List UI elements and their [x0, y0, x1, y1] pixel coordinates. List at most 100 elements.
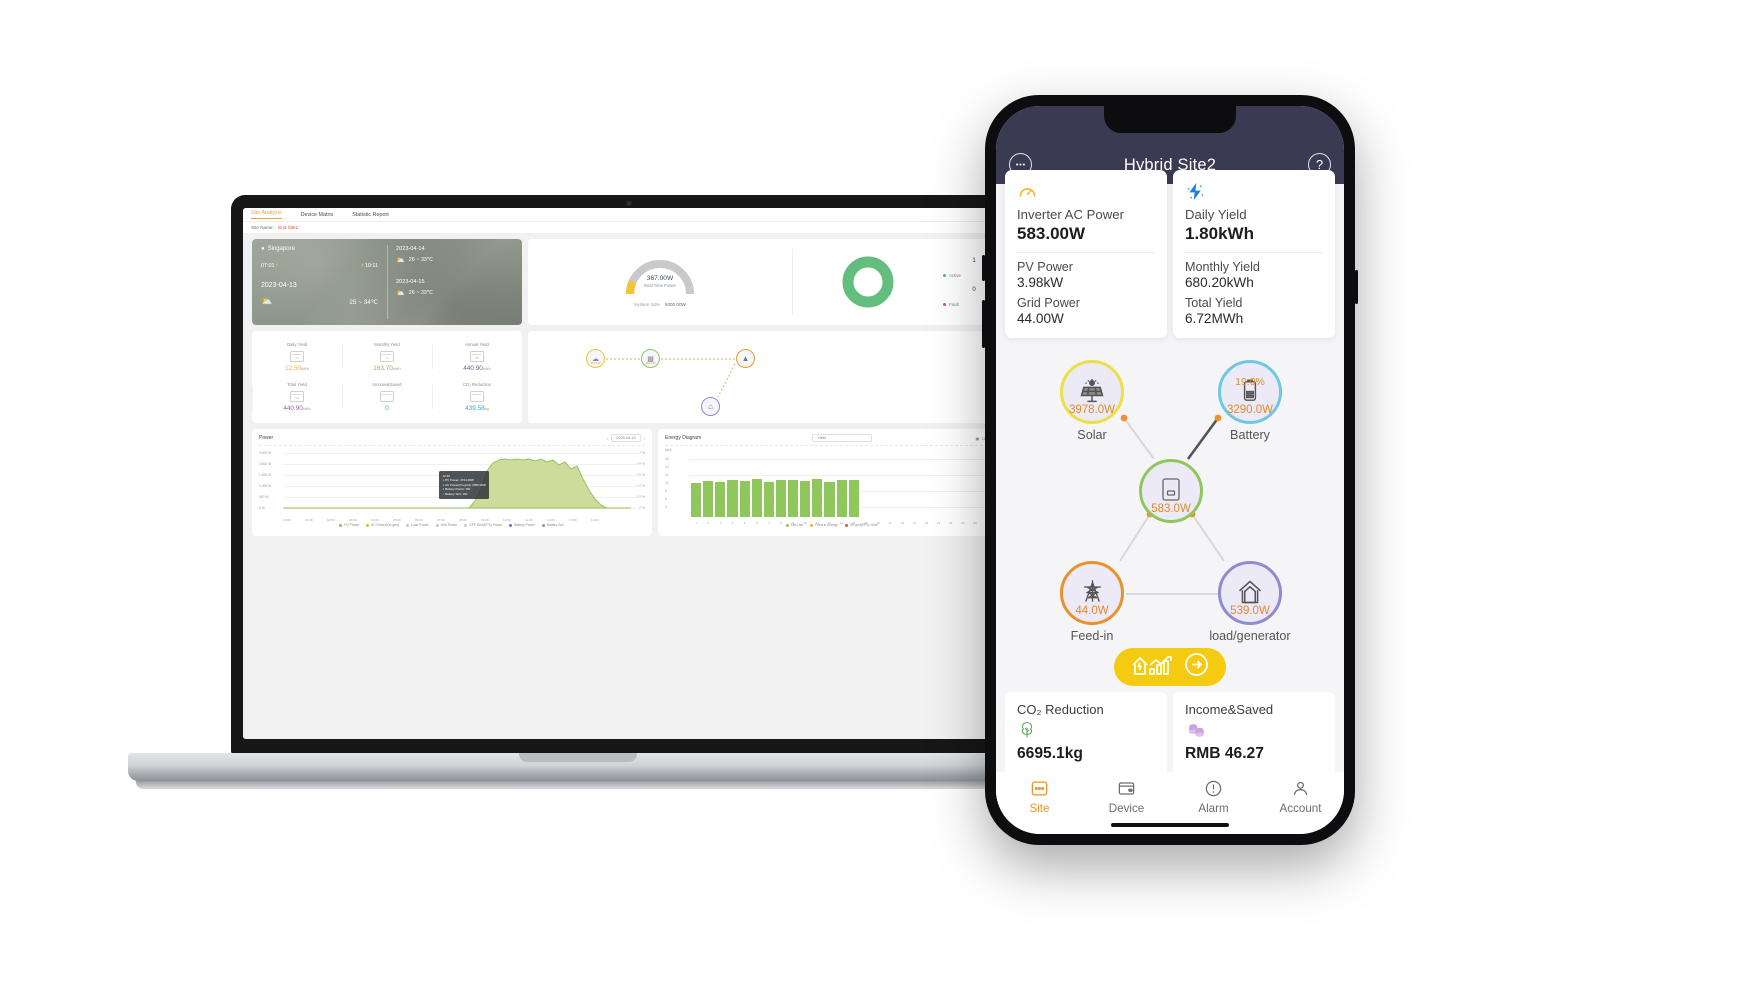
legend-item[interactable]: AC Power(On-grid)	[366, 523, 399, 527]
x-tick: 5	[743, 521, 746, 525]
alarm-icon	[1205, 780, 1222, 797]
legend-dot-icon	[464, 523, 468, 527]
forecast-date-1: 2023-04-14	[396, 246, 425, 252]
y-tick: 0 W	[259, 506, 265, 510]
flow-node-solar[interactable]: 3978.0W	[1060, 360, 1124, 424]
summary-row-label: Total Yield	[1185, 296, 1243, 310]
card-divider	[1017, 252, 1155, 253]
energy-bar	[751, 479, 762, 517]
kpi-grid: Daily Yield 30 12.50kWh Monthly Yield 12…	[252, 337, 522, 417]
kpi-title: Income&Saved	[372, 382, 402, 387]
flow-node-value: 44.0W	[1075, 605, 1109, 617]
x-tick: 20	[924, 521, 929, 525]
x-tick: 3	[719, 521, 722, 525]
bottom-summary-cards: CO₂ Reduction 6695.1kg Income&Saved RMB …	[996, 692, 1344, 772]
energy-bar	[848, 479, 859, 517]
calendar-icon: 30	[289, 351, 304, 362]
legend-item[interactable]: PV Power	[339, 523, 359, 527]
x-tick: 11:00	[525, 518, 533, 522]
status-donut	[842, 256, 894, 308]
tab-statistic-report[interactable]: Statistic Report	[352, 212, 389, 218]
card-income-saved[interactable]: Income&Saved RMB 46.27	[1173, 692, 1335, 772]
summary-value: 1.80kWh	[1185, 224, 1254, 243]
kpi-unit: kWh	[482, 366, 491, 371]
kpi-unit: kWh	[301, 366, 309, 371]
weather-city: Singapore	[267, 246, 295, 252]
card-co2-reduction[interactable]: CO₂ Reduction 6695.1kg	[1005, 692, 1167, 772]
flow-node-battery[interactable]: 19.0% 3290.0W	[1218, 360, 1282, 424]
kpi-value: 440.90	[463, 365, 483, 372]
nav-item-account[interactable]: Account	[1257, 779, 1344, 834]
kpi-title: Monthly Yield	[374, 342, 400, 347]
x-tick: 09:00	[481, 518, 489, 522]
flow-node-feedin[interactable]: 44.0W	[1060, 561, 1124, 625]
power-button[interactable]	[1355, 270, 1358, 304]
energy-chart-card: Energy Diagram Yield ▣ Day: 13 k	[658, 429, 1005, 536]
legend-item[interactable]: OFF-Grid(EPS) Power	[464, 523, 502, 527]
summary-row-value: 44.00W	[1017, 311, 1064, 326]
tab-device-matrix[interactable]: Device Matrix	[301, 212, 334, 218]
summary-row-label: Grid Power	[1017, 296, 1080, 310]
weather-today: ● Singapore 07:01 ☀ ☀ 19:11 2023-04-13 ⛅…	[252, 239, 387, 325]
tab-site-analysis[interactable]: Site Analysis	[251, 210, 282, 219]
laptop-screen: Site Analysis Device Matrix Statistic Re…	[243, 208, 1014, 739]
gauge-caption: Real Time Power	[644, 282, 676, 288]
weather-cloud-icon: ⛅	[261, 296, 273, 306]
sunrise-time: 07:01	[261, 263, 275, 269]
x-tick: 06:00	[415, 518, 423, 522]
legend-item[interactable]: Battery Power	[509, 523, 535, 527]
summary-row-value: 3.98kW	[1017, 275, 1064, 290]
kpi-income-saved: Income&Saved 0	[341, 377, 432, 417]
volume-down-button[interactable]	[982, 300, 985, 348]
flow-label-feedin: Feed-in	[1070, 629, 1114, 643]
pylon-icon	[1083, 580, 1101, 602]
flow-node-value: 3290.0W	[1226, 404, 1274, 416]
summary-row-value: 680.20kWh	[1185, 275, 1254, 290]
kpi-monthly-yield: Monthly Yield 12 163.70kWh	[341, 337, 432, 377]
forecast-date-2: 2023-04-15	[396, 279, 425, 285]
x-tick: 11	[815, 521, 819, 525]
energy-chart-cta-button[interactable]	[1114, 648, 1226, 686]
x-tick: 7	[767, 521, 770, 525]
sunrise-icon: ☀	[274, 263, 280, 269]
sunset-time: 19:11	[364, 263, 378, 269]
volume-up-button[interactable]	[982, 255, 985, 281]
nav-item-site[interactable]: Site	[996, 779, 1083, 834]
co2-label: CO₂ Reduction	[1017, 702, 1104, 717]
x-tick: 10	[803, 521, 807, 525]
x-tick: 02:00	[327, 518, 335, 522]
summary-card-inverter[interactable]: Inverter AC Power 583.00W PV Power 3.98k…	[1005, 170, 1167, 338]
x-tick: 00:00	[283, 518, 291, 522]
legend-item[interactable]: Grid Power	[435, 523, 457, 527]
phone-notch	[1104, 106, 1236, 133]
power-chart-card: Power ‹ 2023-04-13 › 3,000 W 2,500 W 1,5…	[252, 429, 652, 536]
x-tick: 9	[792, 521, 794, 525]
y-tick: 6	[665, 497, 667, 501]
y-tick: 3,000 W	[259, 451, 272, 455]
web-dashboard: Site Analysis Device Matrix Statistic Re…	[243, 208, 1014, 739]
x-tick: 04:00	[371, 518, 379, 522]
site-name-value: Grid Site1	[277, 225, 299, 230]
y-tick: 14	[665, 465, 669, 469]
prev-day-icon[interactable]: ‹	[607, 436, 608, 441]
tree-icon	[1017, 720, 1155, 740]
next-day-icon[interactable]: ›	[644, 436, 645, 441]
nav-label: Device	[1108, 802, 1145, 815]
power-chart-date[interactable]: 2023-04-13	[611, 434, 641, 442]
flow-node-load[interactable]: 539.0W	[1218, 561, 1282, 625]
x-tick: 2	[707, 521, 710, 525]
summary-cards: Inverter AC Power 583.00W PV Power 3.98k…	[996, 170, 1344, 338]
flow-links	[606, 358, 736, 398]
legend-dot-icon	[366, 523, 370, 527]
legend-item[interactable]: Battery SoC	[541, 523, 565, 527]
power-chart-tooltip: 12:30 ● PV Power: 2724.00W ● AC Power(On…	[439, 471, 490, 500]
x-tick: 18	[900, 521, 904, 525]
summary-card-yield[interactable]: Daily Yield 1.80kWh Monthly Yield 680.20…	[1173, 170, 1335, 338]
legend-item[interactable]: Load Power	[406, 523, 429, 527]
kpi-value: 440.90	[283, 405, 303, 412]
forecast-row-1: ⛅ 26 ~ 33℃	[396, 256, 513, 264]
energy-chart-selector[interactable]: Yield	[812, 434, 873, 442]
legend-dot-icon	[435, 523, 439, 527]
gauge-icon	[1017, 181, 1155, 202]
flow-node-inverter[interactable]: 583.0W	[1139, 459, 1203, 523]
